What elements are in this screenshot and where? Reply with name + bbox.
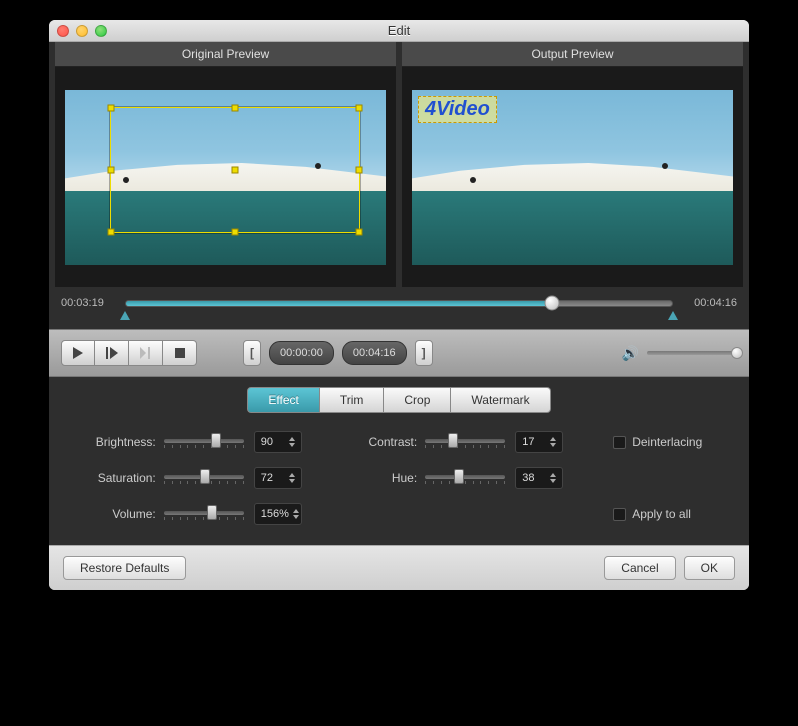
tabs: Effect Trim Crop Watermark xyxy=(49,377,749,423)
original-preview[interactable] xyxy=(55,67,396,287)
step-button[interactable] xyxy=(95,340,129,366)
hue-label: Hue: xyxy=(352,471,425,485)
close-icon[interactable] xyxy=(57,25,69,37)
saturation-label: Saturation: xyxy=(79,471,164,485)
volume-icon: 🔊 xyxy=(622,345,639,362)
timeline-handle[interactable] xyxy=(544,296,559,311)
crop-rectangle[interactable] xyxy=(110,107,360,233)
apply-to-all-checkbox[interactable]: Apply to all xyxy=(613,507,719,521)
volume-value[interactable]: 156% xyxy=(254,503,302,525)
deinterlacing-checkbox[interactable]: Deinterlacing xyxy=(613,435,719,449)
output-preview-label: Output Preview xyxy=(402,42,743,67)
saturation-slider[interactable] xyxy=(164,469,244,487)
contrast-value[interactable]: 17 xyxy=(515,431,563,453)
trim-in-marker[interactable] xyxy=(120,311,130,320)
volume-effect-slider[interactable] xyxy=(164,505,244,523)
bracket-in-button[interactable]: [ xyxy=(243,340,261,366)
brightness-label: Brightness: xyxy=(79,435,164,449)
tab-crop[interactable]: Crop xyxy=(384,387,451,413)
hue-slider[interactable] xyxy=(425,469,505,487)
volume-label: Volume: xyxy=(79,507,164,521)
time-current: 00:03:19 xyxy=(61,297,115,309)
trim-out-marker[interactable] xyxy=(668,311,678,320)
edit-window: Edit Original Preview xyxy=(49,20,749,590)
time-duration: 00:04:16 xyxy=(683,297,737,309)
contrast-label: Contrast: xyxy=(352,435,425,449)
timeline-slider[interactable] xyxy=(125,300,673,307)
volume-slider[interactable] xyxy=(647,351,737,355)
zoom-icon[interactable] xyxy=(95,25,107,37)
restore-defaults-button[interactable]: Restore Defaults xyxy=(63,556,186,580)
stop-button[interactable] xyxy=(163,340,197,366)
tab-watermark[interactable]: Watermark xyxy=(451,387,550,413)
watermark-overlay: 4Video xyxy=(418,96,497,123)
output-preview: 4Video xyxy=(402,67,743,287)
bracket-out-time: 00:04:16 xyxy=(342,341,407,365)
hue-value[interactable]: 38 xyxy=(515,467,563,489)
bracket-in-time: 00:00:00 xyxy=(269,341,334,365)
saturation-value[interactable]: 72 xyxy=(254,467,302,489)
titlebar[interactable]: Edit xyxy=(49,20,749,42)
window-title: Edit xyxy=(49,23,749,38)
original-preview-label: Original Preview xyxy=(55,42,396,67)
bracket-out-button[interactable]: ] xyxy=(415,340,433,366)
brightness-slider[interactable] xyxy=(164,433,244,451)
tab-trim[interactable]: Trim xyxy=(320,387,385,413)
minimize-icon[interactable] xyxy=(76,25,88,37)
brightness-value[interactable]: 90 xyxy=(254,431,302,453)
ok-button[interactable]: OK xyxy=(684,556,735,580)
tab-effect[interactable]: Effect xyxy=(247,387,319,413)
cancel-button[interactable]: Cancel xyxy=(604,556,675,580)
play-button[interactable] xyxy=(61,340,95,366)
next-button[interactable] xyxy=(129,340,163,366)
contrast-slider[interactable] xyxy=(425,433,505,451)
